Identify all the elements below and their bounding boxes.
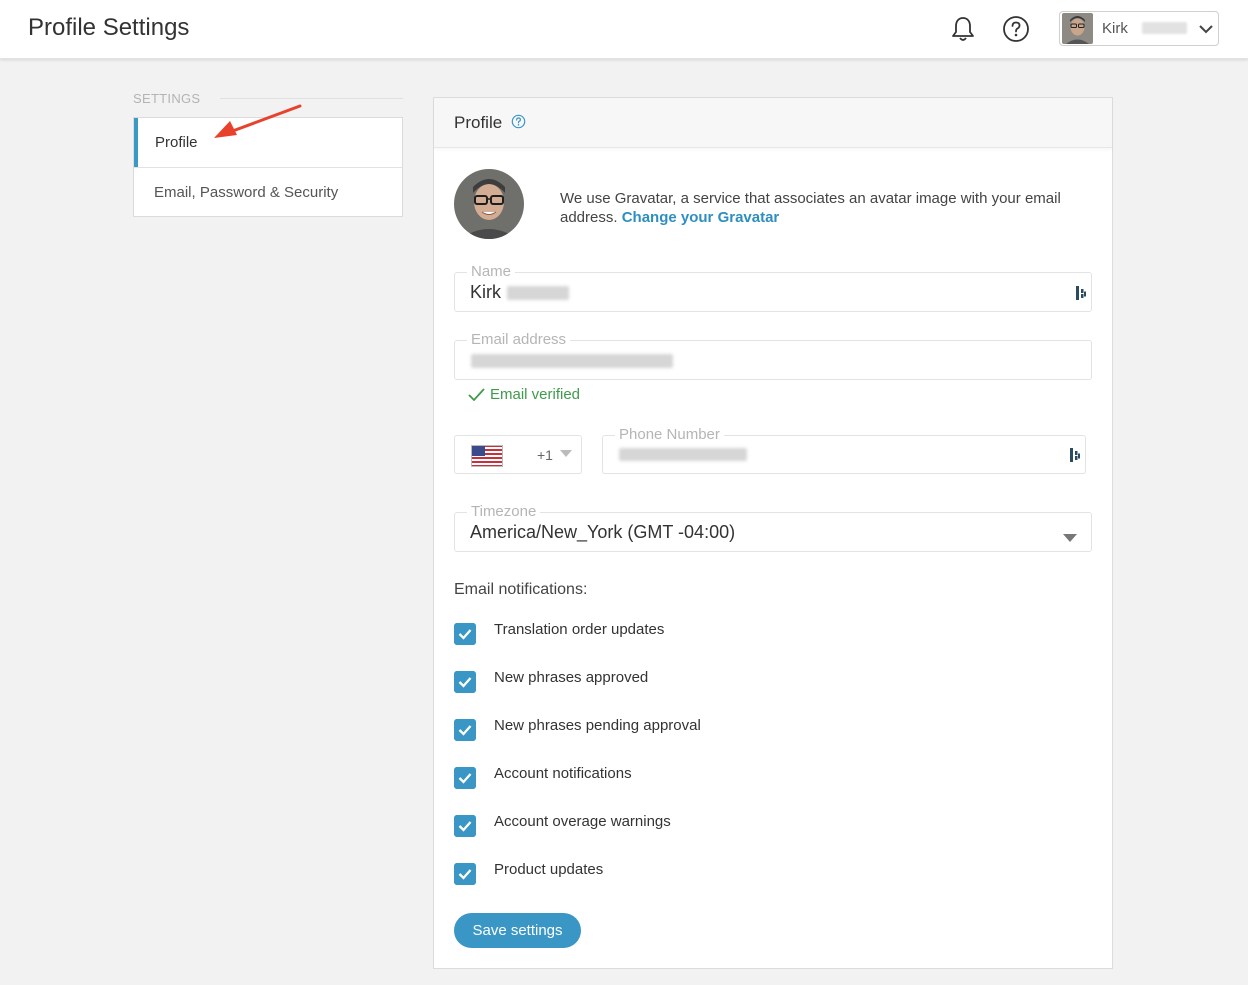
bell-icon[interactable] bbox=[948, 14, 978, 44]
notification-label: Account overage warnings bbox=[494, 813, 671, 830]
checkbox-checked[interactable] bbox=[454, 719, 476, 741]
timezone-select[interactable]: Timezone America/New_York (GMT -04:00) bbox=[454, 504, 1092, 552]
password-manager-icon[interactable] bbox=[1075, 285, 1087, 301]
country-code-select[interactable]: +1 bbox=[454, 435, 582, 474]
sidebar-item-email-password-security[interactable]: Email, Password & Security bbox=[134, 167, 402, 216]
change-gravatar-link[interactable]: Change your Gravatar bbox=[622, 209, 780, 226]
notification-label: New phrases approved bbox=[494, 669, 649, 686]
user-avatar bbox=[1062, 13, 1093, 44]
gravatar-avatar bbox=[454, 169, 524, 239]
redacted-surname bbox=[507, 286, 569, 300]
top-bar: Profile Settings Kirk bbox=[0, 0, 1248, 59]
email-notifications-heading: Email notifications: bbox=[454, 581, 588, 598]
profile-card-title: Profile bbox=[454, 113, 503, 132]
profile-card-header: Profile bbox=[434, 98, 1112, 148]
user-menu[interactable]: Kirk bbox=[1059, 11, 1219, 46]
checkbox-checked[interactable] bbox=[454, 623, 476, 645]
user-name: Kirk bbox=[1102, 20, 1128, 37]
help-circle-icon[interactable] bbox=[1002, 15, 1030, 43]
page-title: Profile Settings bbox=[28, 14, 190, 41]
redacted-email bbox=[471, 354, 673, 368]
email-field-label: Email address bbox=[467, 332, 571, 348]
help-circle-icon[interactable] bbox=[511, 114, 526, 129]
name-field-label: Name bbox=[467, 264, 516, 280]
phone-field[interactable]: Phone Number bbox=[602, 427, 1086, 474]
save-settings-button[interactable]: Save settings bbox=[454, 913, 581, 948]
timezone-field-label: Timezone bbox=[467, 504, 541, 520]
chevron-down-icon bbox=[1199, 25, 1213, 34]
caret-down-icon bbox=[560, 450, 572, 457]
name-field[interactable]: Name Kirk bbox=[454, 264, 1092, 312]
notification-label: Translation order updates bbox=[494, 621, 665, 638]
notification-label: Product updates bbox=[494, 861, 604, 878]
email-field[interactable]: Email address bbox=[454, 332, 1092, 380]
profile-card: Profile We use Gravatar, a service that … bbox=[433, 97, 1113, 969]
checkbox-checked[interactable] bbox=[454, 767, 476, 789]
redacted-phone bbox=[619, 448, 747, 461]
notification-label: Account notifications bbox=[494, 765, 632, 782]
settings-section-label: SETTINGS bbox=[133, 91, 201, 106]
phone-field-label: Phone Number bbox=[615, 427, 724, 443]
gravatar-description: We use Gravatar, a service that associat… bbox=[560, 189, 1080, 227]
timezone-value: America/New_York (GMT -04:00) bbox=[470, 522, 736, 542]
annotation-arrow bbox=[214, 104, 302, 138]
country-code-value: +1 bbox=[537, 447, 553, 463]
caret-down-icon bbox=[1063, 534, 1077, 542]
name-field-value: Kirk bbox=[470, 282, 501, 302]
us-flag-icon bbox=[471, 445, 503, 467]
email-verified-status: Email verified bbox=[490, 386, 581, 403]
checkbox-checked[interactable] bbox=[454, 863, 476, 885]
checkbox-checked[interactable] bbox=[454, 671, 476, 693]
password-manager-icon[interactable] bbox=[1069, 447, 1081, 463]
checkbox-checked[interactable] bbox=[454, 815, 476, 837]
redacted-surname bbox=[1142, 22, 1187, 34]
notification-label: New phrases pending approval bbox=[494, 717, 701, 734]
check-icon bbox=[468, 388, 485, 402]
settings-divider bbox=[220, 98, 403, 99]
